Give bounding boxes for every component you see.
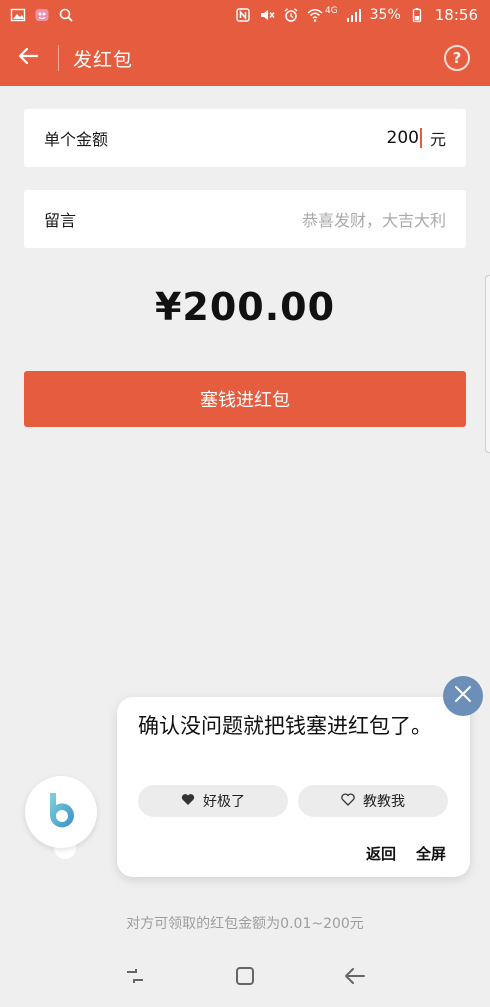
- battery-percent: 35%: [369, 7, 401, 23]
- message-input[interactable]: 恭喜发财，大吉大利: [302, 207, 446, 231]
- signal-icon: [346, 7, 362, 23]
- amount-value-group: 200 元: [387, 126, 446, 150]
- page-title: 发红包: [73, 48, 134, 71]
- recent-apps-icon: [123, 964, 147, 992]
- status-bar: 4G 35% 18:56: [0, 0, 490, 30]
- bixby-assistant-button[interactable]: [25, 776, 97, 848]
- home-button[interactable]: [231, 964, 259, 992]
- edge-panel-handle[interactable]: [485, 275, 490, 453]
- home-icon: [233, 964, 257, 992]
- teach-me-label: 教教我: [363, 794, 405, 810]
- nfc-icon: [235, 7, 251, 23]
- amount-unit: 元: [429, 130, 446, 149]
- put-money-button[interactable]: 塞钱进红包: [24, 371, 466, 427]
- wifi-icon: [307, 7, 323, 23]
- alarm-icon: [283, 7, 299, 23]
- help-circle-icon: ?: [452, 49, 462, 67]
- mute-icon: [259, 7, 275, 23]
- back-arrow-icon: [343, 964, 367, 992]
- clock: 18:56: [434, 6, 478, 24]
- assistant-card: 确认没问题就把钱塞进红包了。 好极了 教教我 返回 全屏: [117, 697, 470, 877]
- amount-input[interactable]: 200: [387, 128, 419, 148]
- back-button[interactable]: [0, 30, 56, 86]
- nav-back-button[interactable]: [341, 964, 369, 992]
- like-button[interactable]: 好极了: [138, 785, 288, 817]
- assistant-back-button[interactable]: 返回: [366, 843, 396, 864]
- status-bar-left: [10, 7, 74, 23]
- amount-field[interactable]: 单个金额 200 元: [24, 109, 466, 167]
- arrow-left-icon: [17, 45, 39, 71]
- like-label: 好极了: [203, 794, 245, 810]
- assistant-fullscreen-button[interactable]: 全屏: [416, 843, 446, 864]
- app-toolbar: 发红包 ?: [0, 30, 490, 86]
- help-button[interactable]: ?: [444, 45, 470, 71]
- status-bar-right: 4G 35% 18:56: [235, 6, 478, 24]
- assistant-close-button[interactable]: [443, 676, 483, 716]
- amount-label: 单个金额: [44, 130, 109, 149]
- text-cursor: [419, 128, 422, 148]
- gallery-icon: [10, 7, 26, 23]
- teach-me-button[interactable]: 教教我: [298, 785, 448, 817]
- message-label: 留言: [44, 211, 77, 230]
- assistant-message: 确认没问题就把钱塞进红包了。: [138, 714, 432, 738]
- system-nav-bar: [0, 948, 490, 1007]
- battery-icon: [409, 7, 425, 23]
- app-notification-icon: [34, 7, 50, 23]
- heart-filled-icon: [181, 793, 195, 810]
- amount-range-hint: 对方可领取的红包金额为0.01~200元: [126, 916, 364, 932]
- recent-apps-button[interactable]: [121, 964, 149, 992]
- search-icon: [58, 7, 74, 23]
- message-field[interactable]: 留言 恭喜发财，大吉大利: [24, 190, 466, 248]
- bixby-icon: [38, 787, 84, 837]
- total-amount: ¥200.00: [154, 285, 336, 329]
- heart-outline-icon: [341, 792, 355, 810]
- toolbar-divider: [58, 45, 59, 71]
- close-icon: [452, 683, 474, 709]
- network-type-label: 4G: [324, 6, 338, 16]
